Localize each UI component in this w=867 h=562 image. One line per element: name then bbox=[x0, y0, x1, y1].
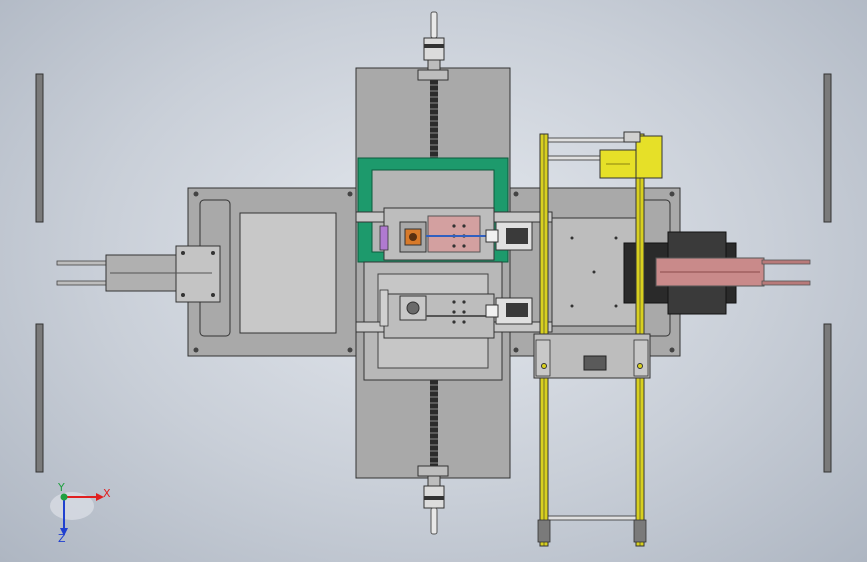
triad-y-label: Y bbox=[57, 481, 65, 494]
screw-nut-top bbox=[417, 69, 449, 81]
screw-nut-bottom bbox=[417, 465, 449, 477]
lower-carriage bbox=[379, 289, 498, 339]
right-guard-bar-top bbox=[823, 73, 832, 223]
triad-z-label: Z bbox=[58, 532, 66, 545]
left-guard-bar-top bbox=[35, 73, 44, 223]
right-red-slider bbox=[655, 257, 811, 287]
coordinate-triad-icon: X Y Z bbox=[50, 481, 111, 545]
left-guard-bar-bottom bbox=[35, 323, 44, 473]
right-guard-bar-bottom bbox=[823, 323, 832, 473]
upper-carriage bbox=[379, 207, 498, 261]
triad-x-label: X bbox=[103, 487, 111, 500]
assembly-top-view: X Y Z bbox=[35, 11, 832, 547]
left-slide-rods bbox=[56, 245, 221, 303]
bottom-coupling bbox=[423, 475, 445, 535]
cad-viewport[interactable]: X Y Z bbox=[0, 0, 867, 562]
top-coupling bbox=[423, 11, 445, 71]
